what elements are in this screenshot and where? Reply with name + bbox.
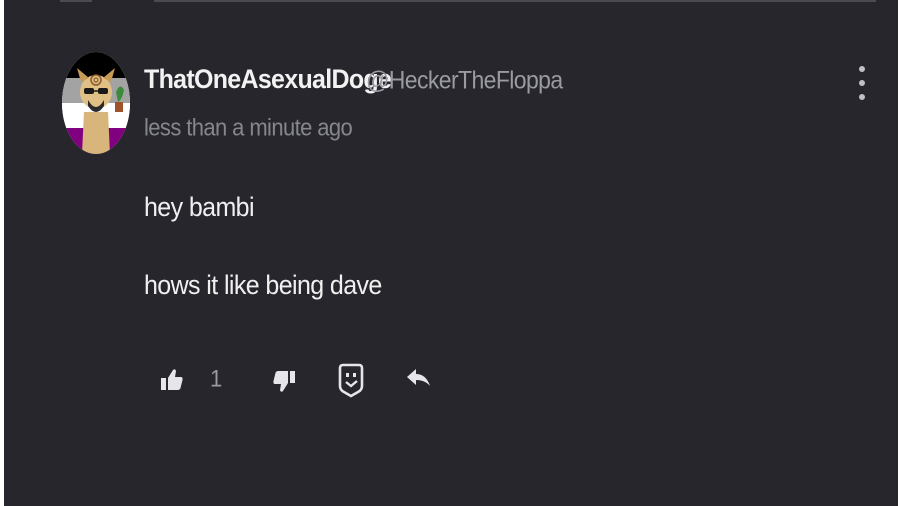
reply-button[interactable] [404,362,434,398]
reply-icon [407,369,430,386]
react-button[interactable] [336,362,366,398]
timestamp: less than a minute ago [144,114,353,141]
message-line: hey bambi [144,192,255,223]
like-button[interactable] [158,362,186,398]
kebab-icon[interactable] [852,66,872,104]
face-icon [338,363,364,398]
divider-left [60,0,92,2]
like-count: 1 [210,365,223,392]
thumbs-up-icon [161,369,183,390]
avatar[interactable] [62,52,130,154]
doge-avatar-icon [62,52,130,154]
thumbs-down-icon [273,371,295,392]
username[interactable]: ThatOneAsexualDoge [144,64,392,95]
dislike-button[interactable] [270,362,298,398]
comment-panel: ThatOneAsexualDoge @HeckerTheFloppa less… [4,0,898,506]
user-handle[interactable]: @HeckerTheFloppa [366,66,563,95]
message-line: hows it like being dave [144,270,382,301]
divider-main [154,0,876,2]
screenshot-frame: ThatOneAsexualDoge @HeckerTheFloppa less… [0,0,900,506]
